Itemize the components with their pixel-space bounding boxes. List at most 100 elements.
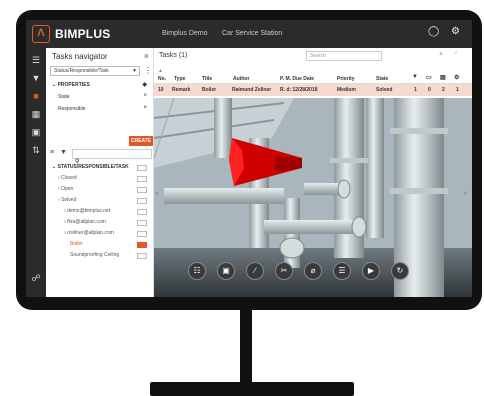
tree-item-label: Solved: [61, 197, 77, 203]
left-rail: ☰ ▼ ■ ▦ ▣ ⇅ ☍: [26, 48, 46, 297]
tree-item-label: demo@bimplus.net: [67, 208, 111, 214]
cell-pm-due: R. d: 12/28/2018: [280, 87, 318, 93]
measure-icon[interactable]: ∕: [246, 262, 264, 280]
cell-extra: 1: [456, 87, 459, 93]
compare-icon[interactable]: ⇅: [30, 144, 42, 156]
remove-state-icon[interactable]: ×: [143, 93, 147, 99]
hierarchy-icon[interactable]: ☰: [30, 54, 42, 66]
tree-item[interactable]: › Solved: [58, 197, 76, 203]
tree-item-badge: [137, 187, 147, 193]
column-settings-icon[interactable]: ⚙: [454, 74, 459, 81]
tasks-icon[interactable]: ■: [30, 90, 42, 102]
tree-item-badge: [137, 209, 147, 215]
comment-icon[interactable]: ▭: [426, 74, 432, 81]
zoom-icon[interactable]: ▣: [217, 262, 235, 280]
tree-item-label: Soundproofing Ceiling: [70, 252, 120, 258]
cut-icon[interactable]: ✂: [275, 262, 293, 280]
camera-icon[interactable]: ▶: [362, 262, 380, 280]
tree-item[interactable]: › rzellner@allplan.com: [64, 230, 114, 236]
tree-search-input[interactable]: ⚲: [72, 149, 152, 165]
cell-type: Remark: [172, 87, 191, 93]
tree-item-label: fkra@allplan.com: [67, 219, 106, 225]
refresh-icon[interactable]: ↻: [391, 262, 409, 280]
properties-header[interactable]: ⌄ PROPERTIES: [52, 82, 90, 88]
document-icon[interactable]: ▤: [440, 74, 446, 81]
cell-priority: Medium: [337, 87, 356, 93]
navigator-title: Tasks navigator: [52, 52, 108, 61]
tree-item-label: Boiler: [70, 241, 83, 247]
col-title[interactable]: Title: [202, 76, 212, 82]
tasks-title: Tasks (1): [159, 52, 188, 59]
table-row[interactable]: 10 Remark Boiler Raimund Zellner R. d: 1…: [154, 84, 472, 96]
remove-responsible-icon[interactable]: ×: [143, 105, 147, 111]
tasks-panel: Tasks (1) Search ▲ × ▲ No. Type Title Au…: [154, 48, 472, 98]
share-icon[interactable]: ▦: [30, 108, 42, 120]
property-row-state: State: [58, 94, 70, 100]
expand-icon[interactable]: ▲: [438, 51, 444, 57]
cell-comments: 0: [428, 87, 431, 93]
cell-state: Solved: [376, 87, 393, 93]
tree-item-label: Closed: [61, 175, 77, 181]
col-author[interactable]: Author: [233, 76, 249, 82]
filter-icon[interactable]: ▼: [30, 72, 42, 84]
tree-item[interactable]: ⌄ STATUS/RESPONSIBLE/TASK: [52, 164, 129, 170]
support-icon[interactable]: ◯: [428, 26, 439, 37]
bimplus-logo[interactable]: Λ: [32, 25, 50, 43]
expand-all-icon[interactable]: ≡: [50, 149, 54, 156]
tasks-search-input[interactable]: Search: [306, 51, 382, 61]
col-state[interactable]: State: [376, 76, 388, 82]
cell-author: Raimund Zellner: [232, 87, 272, 93]
layers-icon[interactable]: ☰: [333, 262, 351, 280]
tree-filter-bar: ≡ ▼ ⚲: [50, 149, 152, 165]
col-type[interactable]: Type: [174, 76, 185, 82]
tree-item[interactable]: › fkra@allplan.com: [64, 219, 106, 225]
tree-item[interactable]: Soundproofing Ceiling: [70, 252, 119, 258]
sort-icon[interactable]: ▲: [158, 68, 163, 74]
attachment-icon[interactable]: ▼: [412, 74, 418, 80]
model-viewport[interactable]: ‹ › ☷ ▣ ∕ ✂ ⌀ ☰ ▶ ↻: [154, 98, 472, 297]
tasks-navigator: Tasks navigator × Status/Responsible/Tas…: [46, 48, 154, 297]
right-chevron-icon[interactable]: ›: [464, 190, 466, 197]
tasks-table-header: ▲ No. Type Title Author P. M. Due Date P…: [154, 66, 472, 84]
tree-item[interactable]: Boiler: [70, 241, 83, 247]
model-selector[interactable]: Car Service Station: [222, 30, 282, 37]
tree-item-label: Open: [61, 186, 74, 192]
tree-item-label: rzellner@allplan.com: [67, 230, 114, 236]
close-panel-icon[interactable]: ×: [454, 51, 458, 57]
top-bar: Λ BIMPLUS Bimplus Demo Car Service Stati…: [26, 20, 472, 48]
col-pm-due-date[interactable]: P. M. Due Date: [280, 76, 314, 82]
tree-item-badge: [137, 253, 147, 259]
tree-item-badge: [137, 242, 147, 248]
tree-item-badge: [137, 176, 147, 182]
grouping-value: Status/Responsible/Task: [54, 68, 109, 74]
create-button[interactable]: CREATE: [129, 136, 153, 146]
grouping-select[interactable]: Status/Responsible/Task ▼: [50, 66, 140, 76]
close-icon[interactable]: ×: [144, 51, 149, 61]
tree-item-label: STATUS/RESPONSIBLE/TASK: [57, 164, 129, 170]
tree-item-badge: [137, 220, 147, 226]
tag-icon[interactable]: ◆: [142, 81, 147, 88]
property-row-responsible: Responsible: [58, 106, 86, 112]
tree-item-badge: [137, 231, 147, 237]
layers-icon[interactable]: ▣: [30, 126, 42, 138]
more-icon[interactable]: ⋮: [144, 66, 152, 75]
clipboard-icon[interactable]: ☷: [188, 262, 206, 280]
tree-item[interactable]: › Open: [58, 186, 73, 192]
settings-icon[interactable]: ⚙: [451, 26, 460, 37]
app-screen: Λ BIMPLUS Bimplus Demo Car Service Stati…: [26, 20, 472, 297]
filter-icon[interactable]: ▼: [60, 149, 67, 156]
cart-icon[interactable]: ☍: [30, 272, 42, 284]
cell-no: 10: [158, 87, 164, 93]
tree-item[interactable]: › Closed: [58, 175, 77, 181]
monitor-stand-neck: [240, 308, 252, 385]
project-selector[interactable]: Bimplus Demo: [162, 30, 208, 37]
app-brand: BIMPLUS: [55, 27, 111, 41]
tree-item-badge: [137, 165, 147, 171]
cell-attachments: 1: [414, 87, 417, 93]
tree-item[interactable]: › demo@bimplus.net: [64, 208, 110, 214]
hide-icon[interactable]: ⌀: [304, 262, 322, 280]
cell-title: Boiler: [202, 87, 217, 93]
left-chevron-icon[interactable]: ‹: [156, 190, 158, 197]
col-no[interactable]: No.: [158, 76, 166, 82]
col-priority[interactable]: Priority: [337, 76, 355, 82]
